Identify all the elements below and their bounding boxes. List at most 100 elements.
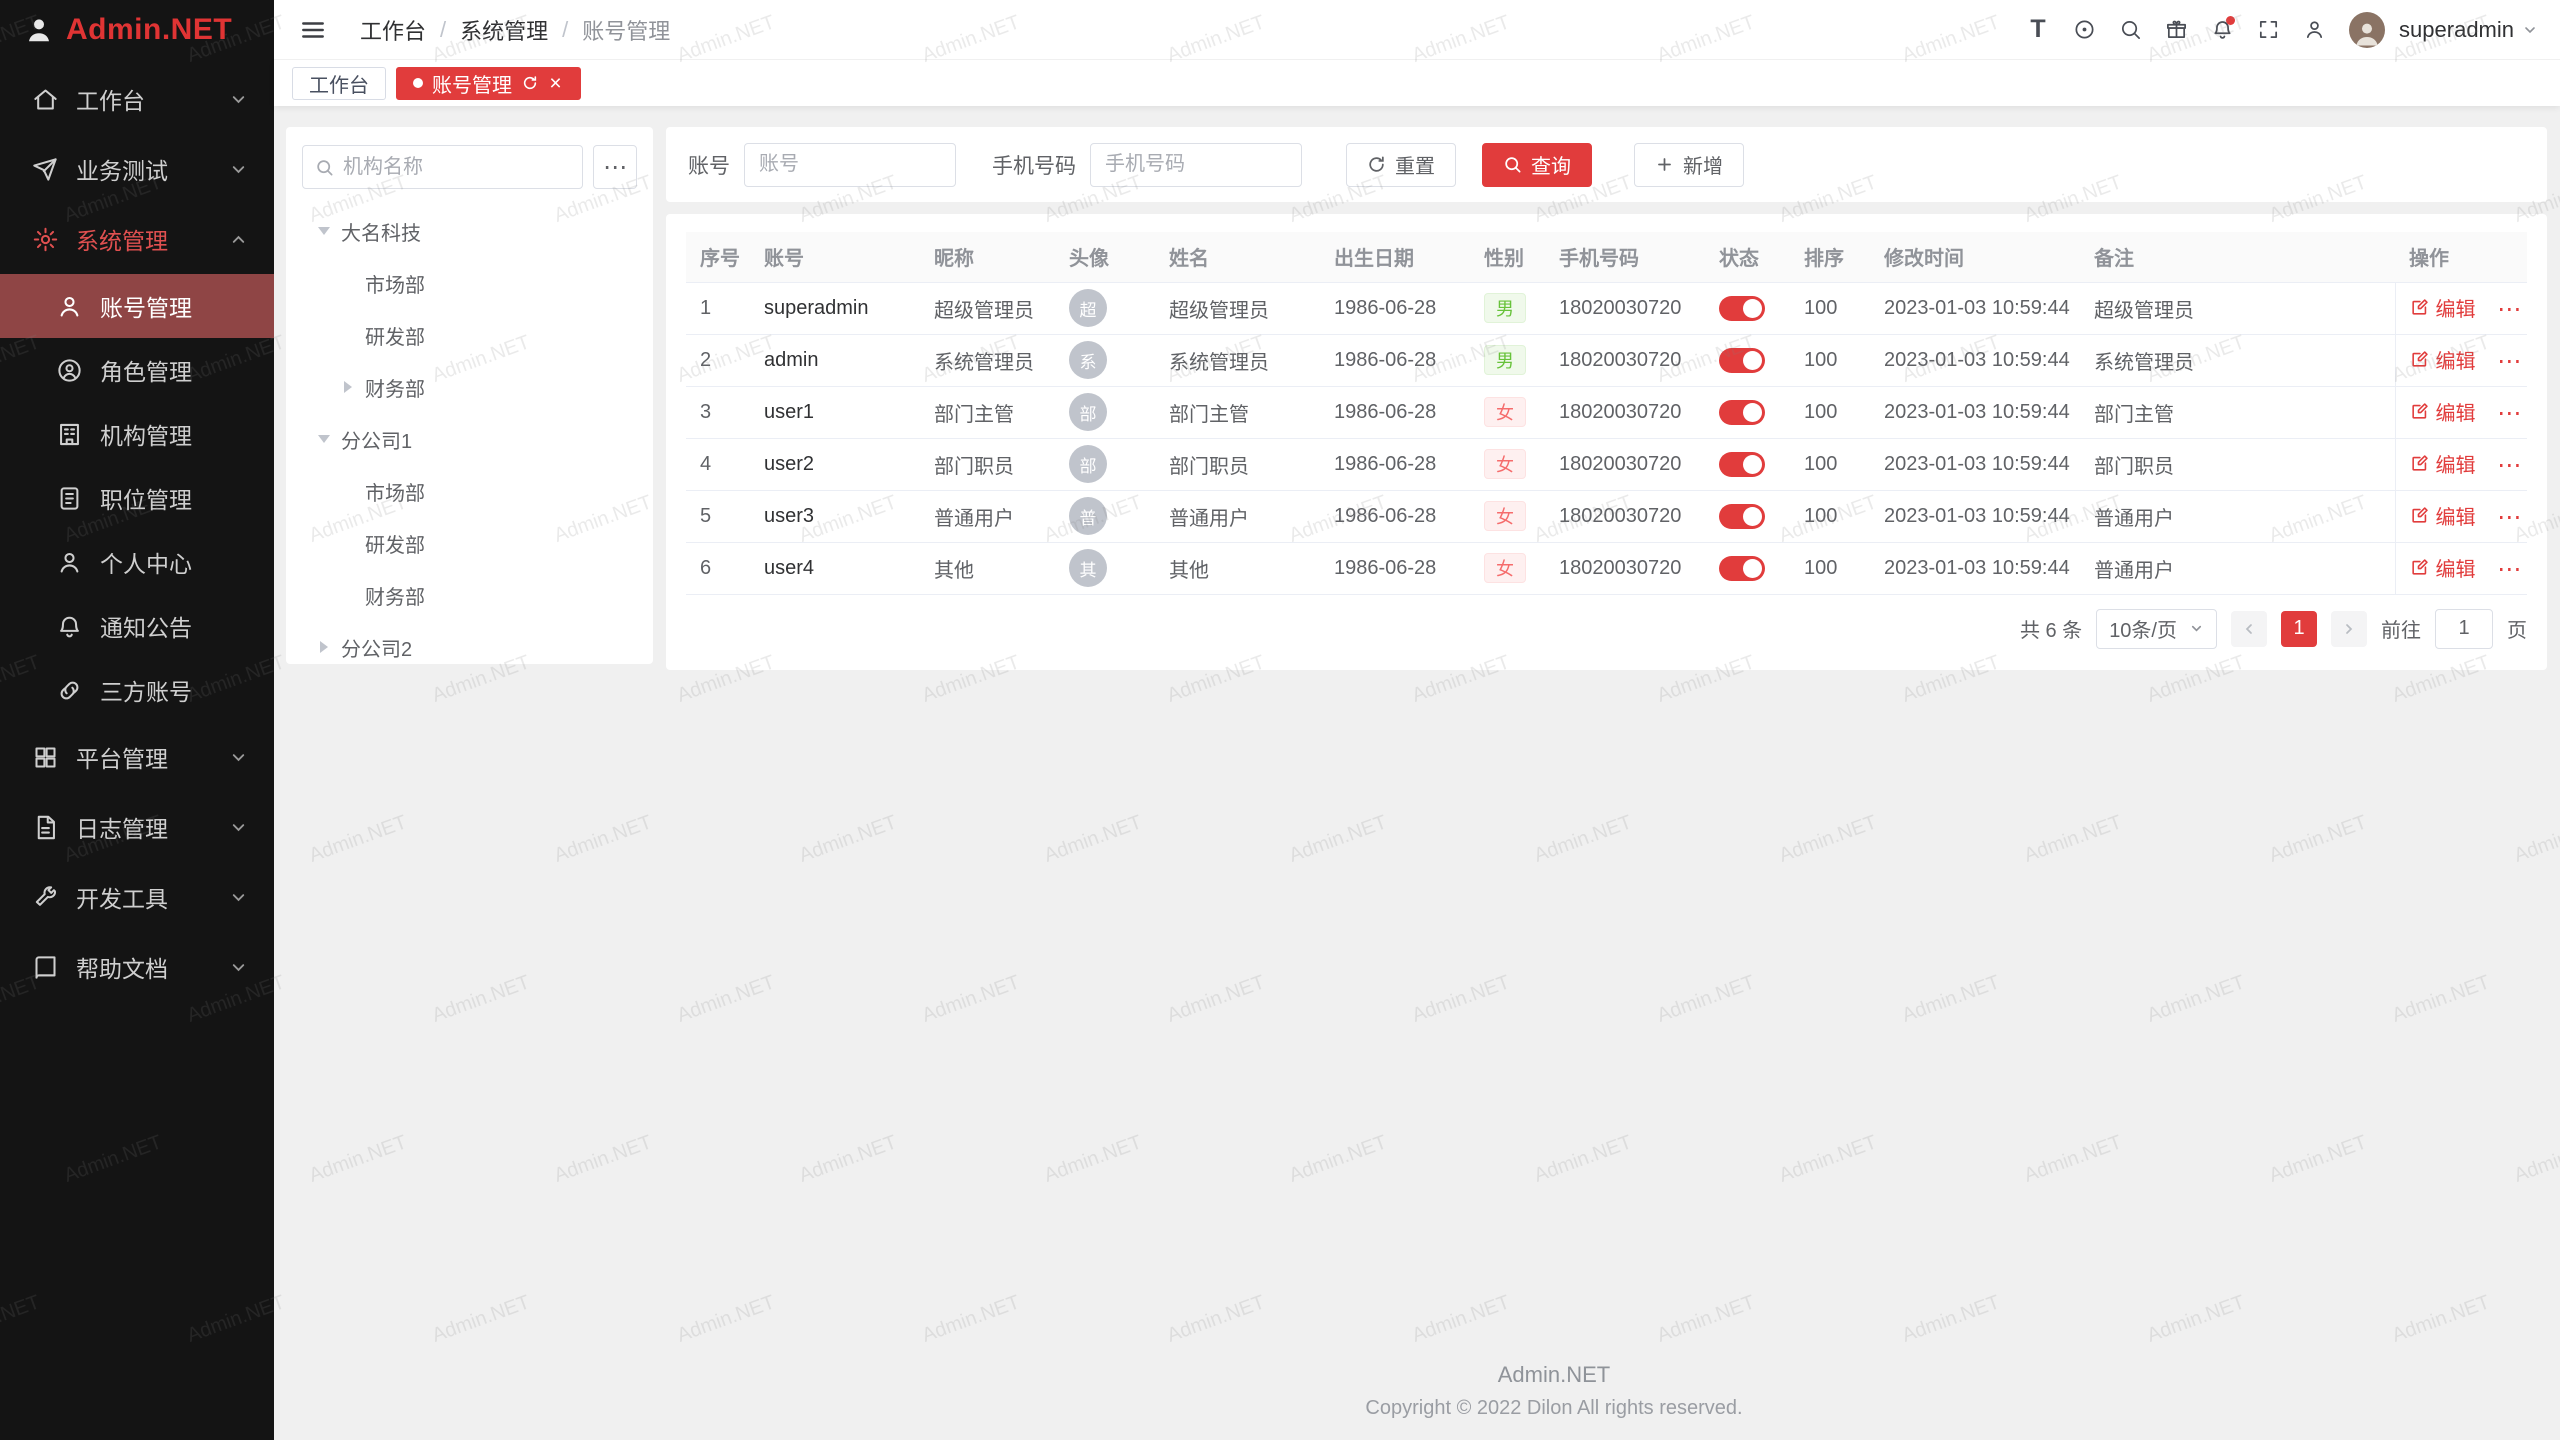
tree-caret-icon[interactable] [314, 637, 334, 657]
sidebar-menu-item[interactable]: 业务测试 [0, 134, 274, 204]
status-toggle[interactable] [1719, 452, 1765, 477]
tree-caret-icon[interactable] [338, 585, 358, 605]
search-button[interactable]: 查询 [1482, 143, 1592, 187]
breadcrumb-item[interactable]: 系统管理 [460, 14, 548, 46]
next-page-button[interactable] [2331, 611, 2367, 647]
org-tree: 大名科技 市场部 研发部 财务部 分公司1 [302, 205, 637, 673]
reset-button[interactable]: 重置 [1346, 143, 1456, 187]
tree-caret-icon[interactable] [338, 377, 358, 397]
row-more-icon[interactable]: ⋯ [2497, 348, 2522, 375]
sidebar-menu-item[interactable]: 账号管理 [0, 274, 274, 338]
cell-index: 2 [686, 334, 750, 386]
chevron-down-icon[interactable] [2522, 22, 2538, 38]
tree-caret-icon[interactable] [338, 273, 358, 293]
row-more-icon[interactable]: ⋯ [2497, 504, 2522, 531]
tree-node[interactable]: 市场部 [302, 257, 637, 309]
edit-button[interactable]: 编辑 [2410, 553, 2476, 582]
table-row: 6 user4 其他 其 其他 1986-06-28 女 18020030720… [686, 542, 2527, 594]
tree-node[interactable]: 大名科技 [302, 205, 637, 257]
tree-more-icon[interactable]: ⋯ [593, 145, 637, 189]
add-button[interactable]: 新增 [1634, 143, 1744, 187]
tree-node[interactable]: 分公司1 [302, 413, 637, 465]
row-more-icon[interactable]: ⋯ [2497, 296, 2522, 323]
tree-caret-icon[interactable] [338, 533, 358, 553]
cell-remark: 超级管理员 [2080, 282, 2395, 334]
breadcrumb-item[interactable]: 工作台 [360, 14, 426, 46]
row-more-icon[interactable]: ⋯ [2497, 400, 2522, 427]
tree-node[interactable]: 市场部 [302, 465, 637, 517]
row-more-icon[interactable]: ⋯ [2497, 556, 2522, 583]
status-toggle[interactable] [1719, 296, 1765, 321]
cell-account: superadmin [750, 282, 920, 334]
breadcrumb-separator: / [440, 17, 446, 43]
lock-icon[interactable] [2293, 9, 2335, 51]
theme-icon[interactable] [2155, 9, 2197, 51]
username-dropdown[interactable]: superadmin [2399, 17, 2514, 43]
org-search-field [302, 145, 583, 189]
sidebar-menu-item[interactable]: 日志管理 [0, 792, 274, 862]
hamburger-menu-icon[interactable] [300, 13, 334, 47]
status-toggle[interactable] [1719, 348, 1765, 373]
font-size-icon[interactable]: T [2017, 9, 2059, 51]
phone-label: 手机号码 [992, 150, 1076, 180]
breadcrumb: 工作台 / 系统管理 / 账号管理 [360, 14, 670, 46]
sidebar-menu-item[interactable]: 角色管理 [0, 338, 274, 402]
menu-item-label: 机构管理 [100, 417, 248, 451]
phone-input[interactable] [1090, 143, 1302, 187]
sidebar-menu-item[interactable]: 三方账号 [0, 658, 274, 722]
status-toggle[interactable] [1719, 504, 1765, 529]
edit-button[interactable]: 编辑 [2410, 293, 2476, 322]
close-icon[interactable]: × [547, 75, 564, 92]
edit-button[interactable]: 编辑 [2410, 501, 2476, 530]
tree-node[interactable]: 研发部 [302, 309, 637, 361]
sidebar-menu-item[interactable]: 个人中心 [0, 530, 274, 594]
page-size-select[interactable]: 10条/页 [2096, 609, 2217, 649]
tree-caret-icon[interactable] [338, 481, 358, 501]
tree-caret-icon[interactable] [314, 221, 334, 241]
guide-icon[interactable] [2063, 9, 2105, 51]
tree-node[interactable]: 研发部 [302, 517, 637, 569]
cell-birthdate: 1986-06-28 [1320, 542, 1470, 594]
page-number-current[interactable]: 1 [2281, 611, 2317, 647]
account-input[interactable] [744, 143, 956, 187]
edit-button[interactable]: 编辑 [2410, 449, 2476, 478]
menu-item-label: 平台管理 [76, 740, 229, 774]
logo: Admin.NET [0, 0, 274, 60]
sidebar-menu-item[interactable]: 帮助文档 [0, 932, 274, 1002]
tree-node[interactable]: 分公司2 [302, 621, 637, 673]
edit-icon [2410, 350, 2429, 369]
table-column-header: 备注 [2080, 232, 2395, 282]
status-toggle[interactable] [1719, 400, 1765, 425]
edit-button[interactable]: 编辑 [2410, 397, 2476, 426]
account-label: 账号 [688, 150, 730, 180]
sidebar-menu-item[interactable]: 系统管理 [0, 204, 274, 274]
page-tab[interactable]: 工作台 × [292, 67, 386, 100]
prev-page-button[interactable] [2231, 611, 2267, 647]
chevron-down-icon [229, 748, 248, 767]
sidebar-menu-item[interactable]: 通知公告 [0, 594, 274, 658]
tree-node[interactable]: 财务部 [302, 569, 637, 621]
bell-icon[interactable] [2201, 9, 2243, 51]
tree-node[interactable]: 财务部 [302, 361, 637, 413]
edit-button[interactable]: 编辑 [2410, 345, 2476, 374]
search-icon[interactable] [2109, 9, 2151, 51]
sidebar-menu-item[interactable]: 职位管理 [0, 466, 274, 530]
sidebar-menu-item[interactable]: 开发工具 [0, 862, 274, 932]
page-unit-label: 页 [2507, 614, 2527, 643]
sidebar-menu-item[interactable]: 机构管理 [0, 402, 274, 466]
sidebar-menu-item[interactable]: 平台管理 [0, 722, 274, 792]
fullscreen-icon[interactable] [2247, 9, 2289, 51]
goto-page-input[interactable] [2435, 609, 2493, 649]
page-tab[interactable]: 账号管理 × [396, 67, 581, 100]
refresh-icon[interactable] [521, 75, 538, 92]
table-column-header: 出生日期 [1320, 232, 1470, 282]
status-toggle[interactable] [1719, 556, 1765, 581]
tree-caret-icon[interactable] [314, 429, 334, 449]
tree-caret-icon[interactable] [338, 325, 358, 345]
sidebar-menu-item[interactable]: 工作台 [0, 64, 274, 134]
cell-modified-time: 2023-01-03 10:59:44 [1870, 438, 2080, 490]
row-more-icon[interactable]: ⋯ [2497, 452, 2522, 479]
avatar[interactable] [2349, 12, 2385, 48]
org-search-input[interactable] [343, 156, 570, 179]
cell-account: user2 [750, 438, 920, 490]
